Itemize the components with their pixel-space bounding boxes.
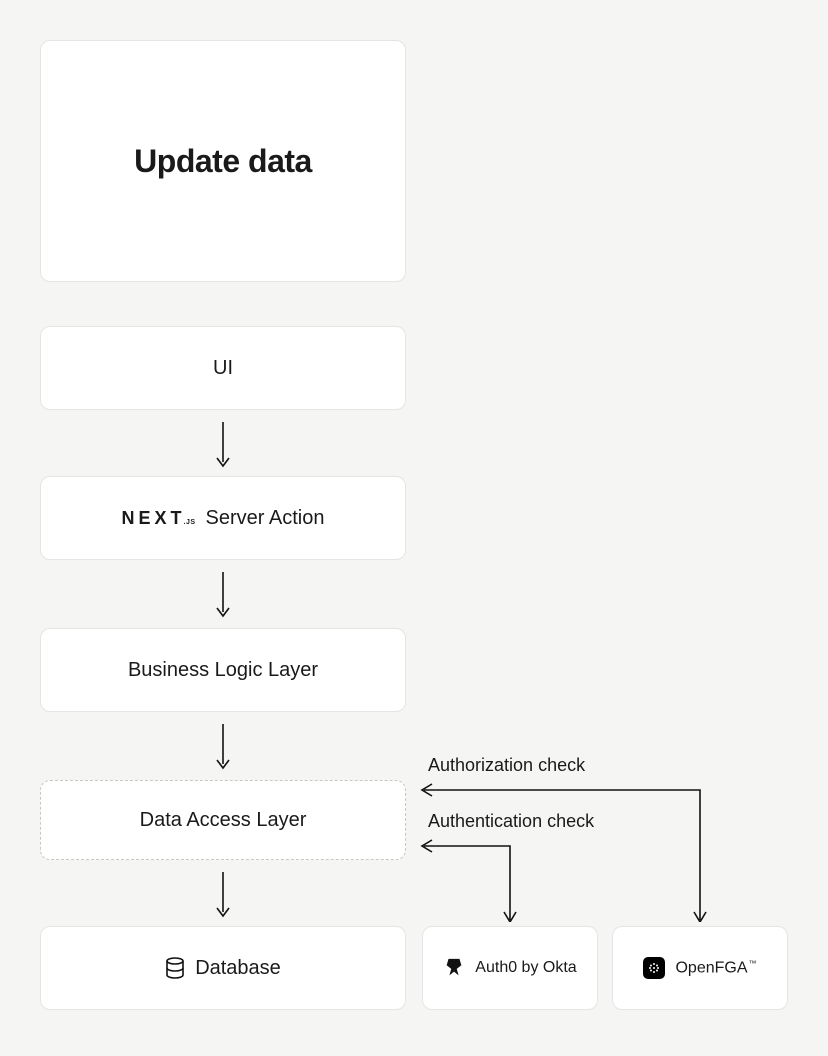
authorization-check-label: Authorization check [428, 755, 585, 776]
data-access-label: Data Access Layer [140, 809, 307, 832]
node-openfga: OpenFGA™ [612, 926, 788, 1010]
auth0-icon [443, 957, 465, 979]
database-label: Database [195, 957, 281, 980]
node-ui: UI [40, 326, 406, 410]
arrow-authentication-check [406, 838, 536, 922]
ui-label: UI [213, 357, 233, 380]
nextjs-logo-sub: .JS [184, 519, 196, 526]
title-text: Update data [134, 143, 312, 180]
auth0-label: Auth0 by Okta [475, 959, 576, 977]
openfga-icon [643, 957, 665, 979]
authentication-check-label: Authentication check [428, 811, 594, 832]
nextjs-logo-text: NEXT [122, 508, 186, 529]
node-business-logic: Business Logic Layer [40, 628, 406, 712]
arrow-authorization-check [406, 782, 716, 922]
nextjs-logo: NEXT.JS [122, 508, 196, 529]
openfga-label: OpenFGA™ [675, 959, 756, 977]
arrow-server-to-bll [213, 568, 233, 622]
database-icon [165, 957, 185, 979]
title-box: Update data [40, 40, 406, 282]
arrow-ui-to-server-action [213, 418, 233, 472]
node-server-action: NEXT.JS Server Action [40, 476, 406, 560]
arrow-bll-to-dal [213, 720, 233, 774]
business-logic-label: Business Logic Layer [128, 659, 318, 682]
node-data-access: Data Access Layer [40, 780, 406, 860]
node-database: Database [40, 926, 406, 1010]
node-auth0: Auth0 by Okta [422, 926, 598, 1010]
server-action-label: Server Action [206, 507, 325, 530]
arrow-dal-to-database [213, 868, 233, 922]
